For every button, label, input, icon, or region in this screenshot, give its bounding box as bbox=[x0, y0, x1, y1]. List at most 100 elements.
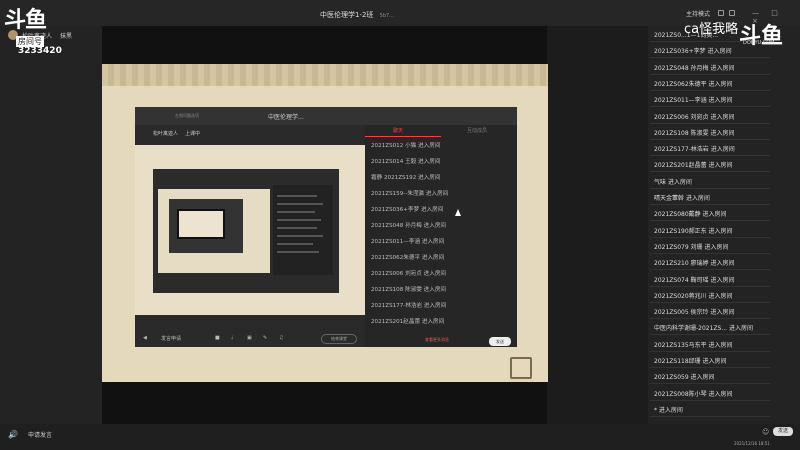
screen-icon: ▣ bbox=[247, 335, 252, 341]
raise-hand-label: 发言申请 bbox=[161, 336, 182, 342]
mic-label[interactable]: 抹黑 bbox=[60, 31, 72, 40]
danmu-item: 2021ZS080戴静 进入房间 bbox=[654, 211, 727, 219]
danmu-item: 2021ZS201赵晶蕾 进入房间 bbox=[654, 162, 733, 170]
danmu-item: 2021ZS059 进入房间 bbox=[654, 374, 715, 382]
shared-window-chat: 聊天 互动成员 2021ZS012 小猫 进入房间 2021ZS014 王毅 进入… bbox=[365, 125, 517, 347]
danmu-item: 2021ZS079 刘珊 进入房间 bbox=[654, 243, 729, 251]
danmu-item: 2021ZS008陈小琴 进入房间 bbox=[654, 390, 733, 398]
danmu-item: 2021ZS118邱珊 进入房间 bbox=[654, 358, 727, 365]
danmu-divider bbox=[650, 171, 770, 173]
mic-icon: ♩ bbox=[231, 335, 234, 341]
window-title: 中医伦理学1-2班 5b7... bbox=[320, 10, 394, 20]
nested-chat-line bbox=[277, 235, 323, 237]
danmu-divider bbox=[650, 415, 770, 417]
danmu-divider bbox=[650, 285, 770, 287]
camera-icon: ■ bbox=[215, 335, 220, 341]
danmu-item: 2021ZS048 孙月梅 进入房间 bbox=[654, 64, 735, 72]
shared-window-toolbar: ◀ 发言申请 ■ ♩ ▣ ✎ ♫ 结束课堂 bbox=[135, 331, 365, 347]
tab-chat: 聊天 bbox=[393, 128, 404, 134]
speaker-icon: ◀ bbox=[143, 335, 147, 341]
danmu-item: 2021ZS062朱德平 进入房间 bbox=[654, 80, 733, 88]
chat-message: 2021ZS062朱德平 进入房间 bbox=[371, 255, 445, 261]
bottom-bar bbox=[0, 424, 800, 450]
danmu-divider bbox=[650, 220, 770, 222]
danmu-divider bbox=[650, 318, 770, 320]
settings-icon[interactable] bbox=[718, 10, 724, 16]
chat-message: 霜静 2021ZS192 进入房间 bbox=[371, 175, 441, 181]
danmu-divider bbox=[650, 252, 770, 254]
douyu-logo: 斗鱼 bbox=[4, 8, 47, 33]
danmu-item: 2021ZS011—李涵 进入房间 bbox=[654, 97, 733, 105]
chat-message: 2021ZS177-林浩岩 进入房间 bbox=[371, 303, 447, 309]
active-tab-indicator bbox=[365, 136, 441, 137]
end-class-button: 结束课堂 bbox=[321, 334, 357, 344]
danmu-divider bbox=[650, 269, 770, 271]
danmu-divider bbox=[650, 204, 770, 205]
streamer-name: ca怪我略 bbox=[684, 22, 739, 37]
danmu-divider bbox=[650, 399, 770, 401]
window-title-sub: 5b7... bbox=[379, 13, 394, 19]
danmu-divider bbox=[650, 187, 770, 189]
danmu-divider bbox=[650, 350, 770, 352]
nested-chat-line bbox=[277, 227, 317, 229]
chat-message: 2021ZS011—李涵 进入房间 bbox=[371, 239, 445, 245]
danmu-divider bbox=[650, 89, 770, 91]
danmu-divider bbox=[650, 138, 770, 140]
title-bar bbox=[0, 0, 800, 26]
slide-border-pattern bbox=[102, 64, 548, 86]
emoji-icon[interactable]: ☺ bbox=[762, 428, 769, 436]
danmu-item: * 进入房间 bbox=[654, 406, 683, 414]
shared-window-user: 松叶禽迹人 bbox=[153, 131, 179, 137]
nested-chat-line bbox=[277, 243, 313, 245]
raise-hand-button[interactable]: 申请发言 bbox=[28, 430, 52, 439]
danmu-item: 2021ZS135马东平 进入房间 bbox=[654, 341, 733, 349]
nested-chat-line bbox=[277, 211, 315, 213]
nested-chat-line bbox=[277, 203, 323, 205]
chat-message: 2021ZS006 刘宛贞 进入房间 bbox=[371, 271, 447, 277]
speaker-icon[interactable]: 🔊 bbox=[8, 430, 18, 439]
danmu-divider bbox=[650, 367, 770, 368]
danmu-divider bbox=[650, 236, 770, 238]
shared-window-title: 中医伦理学... bbox=[268, 114, 304, 121]
danmu-item: 气味 进入房间 bbox=[654, 178, 692, 186]
classroom-app: 中医伦理学1-2班 5b7... — □ × 松叶禽迹人 抹黑 左侧问题选项 中… bbox=[0, 0, 800, 450]
window-title-text: 中医伦理学1-2班 bbox=[320, 11, 374, 19]
danmu-item: 2021ZS036+李梦 进入房间 bbox=[654, 48, 732, 56]
danmu-item: 2021ZS005 侯宗玲 进入房间 bbox=[654, 309, 735, 317]
chat-message: 2021ZS012 小猫 进入房间 bbox=[371, 143, 441, 149]
danmu-item: 晴天金蕈斡 进入房间 bbox=[654, 195, 710, 202]
chat-message: 2021ZS201赵晶蕾 进入房间 bbox=[371, 319, 445, 325]
douyu-brand-sub: DOUYU.COM bbox=[743, 40, 775, 46]
nested-chat-line bbox=[277, 251, 319, 253]
danmu-divider bbox=[650, 73, 770, 75]
danmu-divider bbox=[650, 383, 770, 385]
left-panel bbox=[0, 26, 102, 424]
nested-chat-line bbox=[277, 195, 317, 197]
tab-members: 互动成员 bbox=[467, 128, 488, 134]
edit-icon: ✎ bbox=[263, 335, 268, 341]
more-messages-link: 查看更多消息 bbox=[425, 337, 449, 342]
shared-window-mic: 上课中 bbox=[185, 131, 201, 137]
danmu-divider bbox=[650, 122, 770, 124]
danmu-item: 2021ZS006 刘宛贞 进入房间 bbox=[654, 113, 735, 121]
clock: 2021/12/16 18:51 bbox=[734, 441, 770, 446]
chat-message: 2021ZS014 王毅 进入房间 bbox=[371, 159, 441, 165]
room-number: 3233420 bbox=[18, 46, 62, 56]
chat-message: 2021ZS108 陈淑雯 进入房间 bbox=[371, 287, 447, 293]
danmu-item: 2021ZS020蒋兆川 进入房间 bbox=[654, 292, 733, 300]
danmu-item: 2021ZS210 廖瑞婷 进入房间 bbox=[654, 260, 735, 268]
nested-window-2 bbox=[169, 199, 243, 253]
share-icon[interactable] bbox=[729, 10, 735, 16]
danmu-item: 2021ZS177-林浩岩 进入房间 bbox=[654, 146, 735, 154]
send-button[interactable]: 发送 bbox=[773, 427, 793, 436]
nested-chat-line bbox=[277, 219, 321, 221]
danmu-divider bbox=[650, 334, 770, 336]
chat-message: 2021ZS048 孙月梅 进入房间 bbox=[371, 223, 447, 229]
danmu-item: 中医内科学谢珊-2021ZS... 进入房间 bbox=[654, 325, 753, 333]
nested-window bbox=[153, 169, 339, 293]
ornament-icon bbox=[510, 357, 532, 379]
host-mode-button[interactable]: 主持模式 bbox=[686, 9, 710, 18]
danmu-item: 2021ZS190郝正东 进入房间 bbox=[654, 227, 733, 235]
danmu-divider bbox=[650, 106, 770, 108]
chat-message: 2021ZS036+李梦 进入房间 bbox=[371, 207, 444, 213]
